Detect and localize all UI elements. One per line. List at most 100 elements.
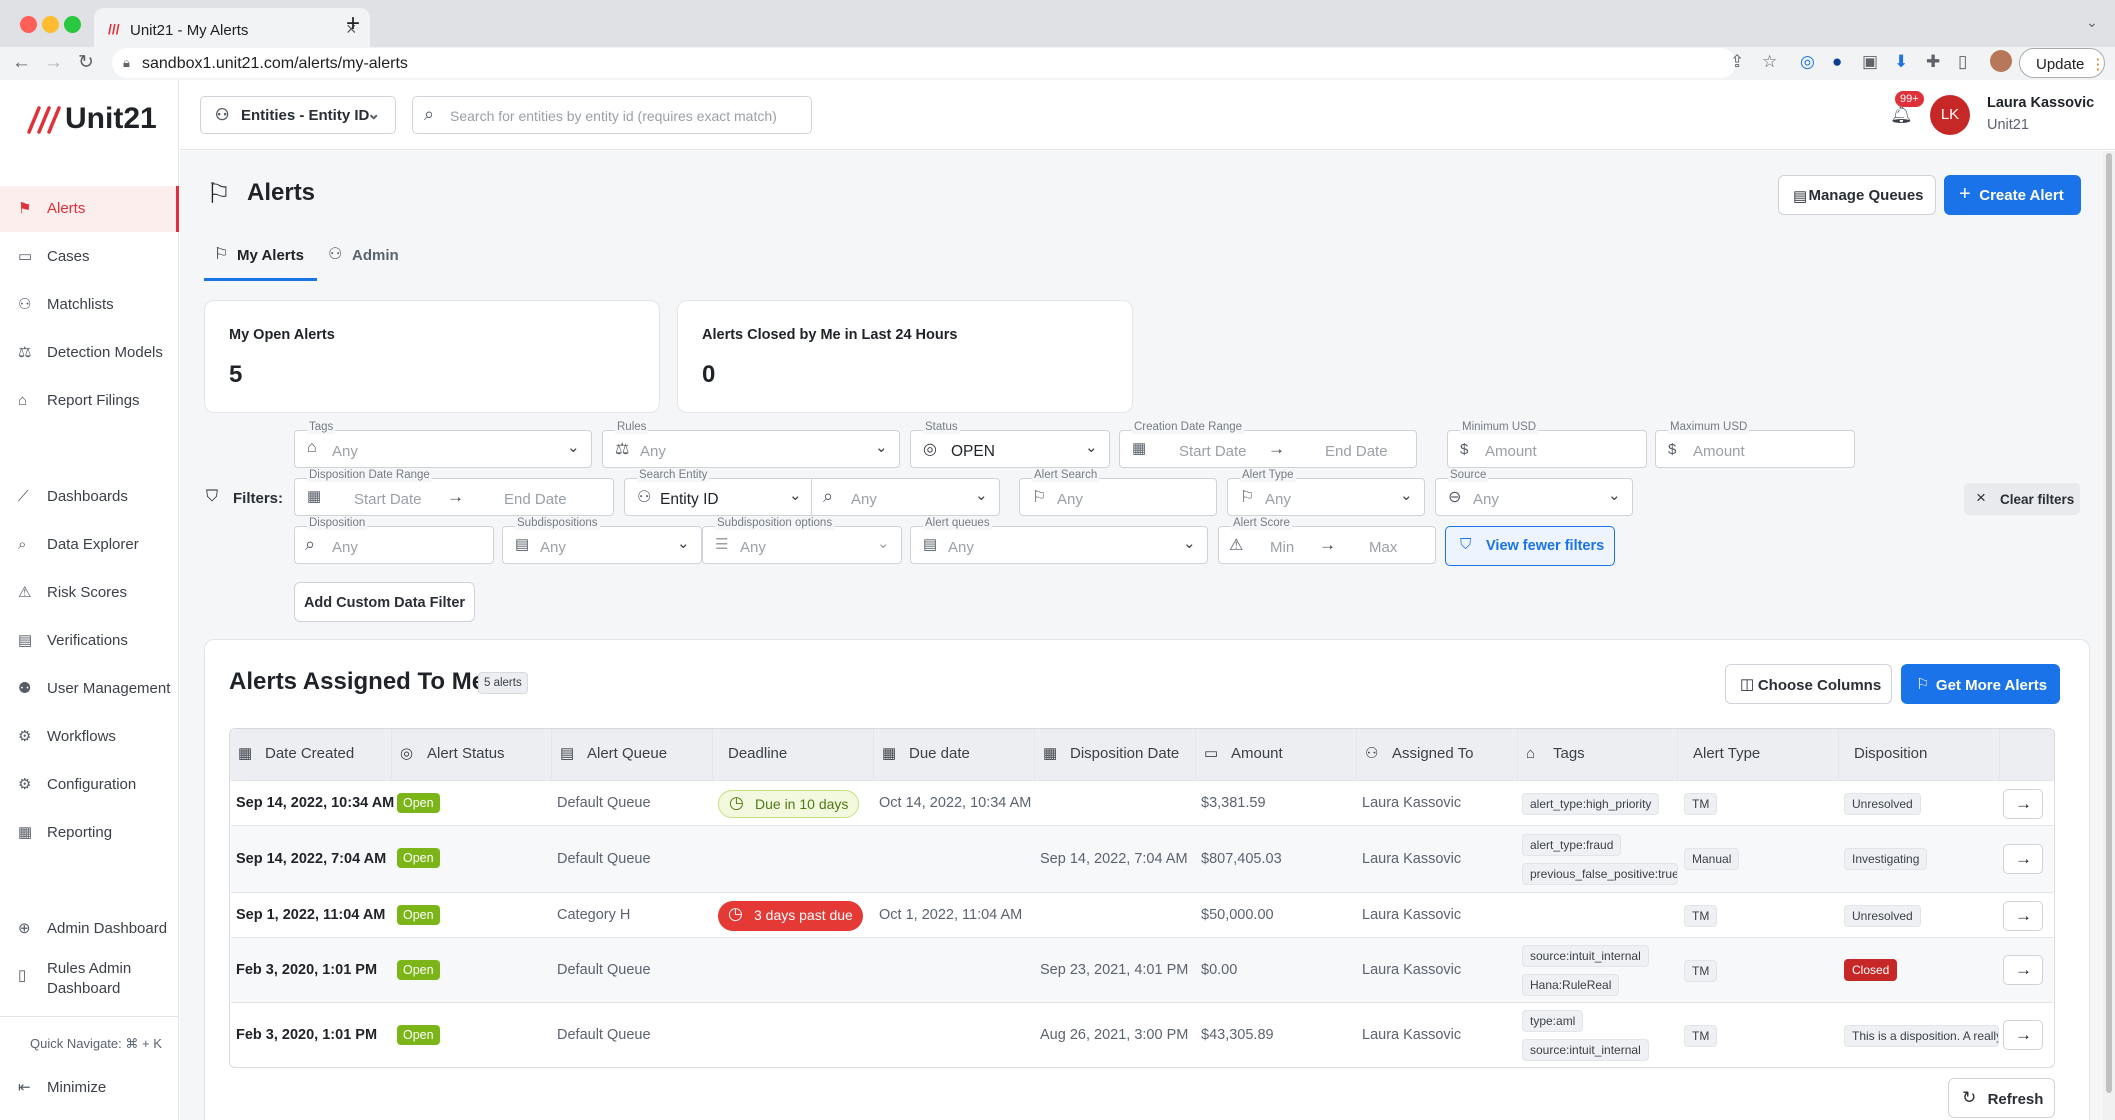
column-header-deadline[interactable]: Deadline xyxy=(713,729,874,779)
address-bar[interactable]: 🔒︎ sandbox1.unit21.com/alerts/my-alerts xyxy=(112,48,1736,78)
unit21-logo[interactable]: Unit21 xyxy=(25,100,185,140)
bookmark-star-icon[interactable]: ☆ xyxy=(1762,52,1777,72)
sidebar-item-matchlists[interactable]: ⚇ Matchlists xyxy=(0,282,179,328)
update-button[interactable]: Update ⋮ xyxy=(2019,48,2105,78)
get-more-alerts-button[interactable]: ⚐ Get More Alerts xyxy=(1901,664,2060,704)
page-scrollbar[interactable] xyxy=(2103,151,2115,1120)
end-date-input[interactable]: End Date xyxy=(504,491,567,508)
manage-queues-button[interactable]: ▤ Manage Queues xyxy=(1778,175,1936,215)
close-window-button[interactable] xyxy=(20,16,37,33)
tab-admin[interactable]: ⚇ Admin xyxy=(328,231,408,281)
sidebar-item-report-filings[interactable]: ⌂ Report Filings xyxy=(0,378,179,424)
maximize-window-button[interactable] xyxy=(64,16,81,33)
column-header-alert-status[interactable]: ◎ Alert Status xyxy=(392,729,552,779)
column-header-due-date[interactable]: ▦ Due date xyxy=(874,729,1035,779)
disposition-date-range-filter[interactable]: Disposition Date Range ▦ Start Date → En… xyxy=(294,469,614,516)
tab-search-icon[interactable]: ⌄ xyxy=(2086,14,2098,31)
alert-type-filter[interactable]: Alert Type ⚐ Any ⌄ xyxy=(1227,469,1425,516)
start-date-input[interactable]: Start Date xyxy=(354,491,422,508)
profile-avatar-icon[interactable] xyxy=(1990,50,2012,72)
open-alert-button[interactable]: → xyxy=(2003,955,2043,985)
subdisposition-options-filter[interactable]: Subdisposition options ☰ Any ⌄ xyxy=(702,517,902,564)
source-filter[interactable]: Source ⊖ Any ⌄ xyxy=(1435,469,1633,516)
entity-search-value[interactable]: Any xyxy=(851,491,877,508)
sidebar-item-dashboards[interactable]: ⟋ Dashboards xyxy=(0,474,179,520)
table-row[interactable]: Sep 1, 2022, 11:04 AM Open Category H ◷ 3… xyxy=(231,892,2053,937)
column-header-date-created[interactable]: ▦ Date Created xyxy=(230,729,392,779)
reload-icon[interactable]: ↻ xyxy=(78,51,94,74)
entity-field-select[interactable]: Entity ID xyxy=(660,491,719,509)
rules-filter[interactable]: Rules ⚖ Any ⌄ xyxy=(602,421,900,468)
table-row[interactable]: Sep 14, 2022, 10:34 AM Open Default Queu… xyxy=(231,780,2053,825)
tab-my-alerts[interactable]: ⚐ My Alerts xyxy=(204,231,317,281)
sidebar-item-alerts[interactable]: ⚑ Alerts xyxy=(0,186,179,232)
column-header-amount[interactable]: ▭ Amount xyxy=(1196,729,1357,779)
sidebar-item-workflows[interactable]: ⚙ Workflows xyxy=(0,714,179,760)
create-alert-button[interactable]: + Create Alert xyxy=(1944,175,2081,215)
column-header-disposition[interactable]: Disposition xyxy=(1839,729,2000,779)
tags-filter[interactable]: Tags ⌂ Any ⌄ xyxy=(294,421,592,468)
new-tab-icon[interactable]: + xyxy=(346,10,360,38)
table-row[interactable]: Feb 3, 2020, 1:01 PM Open Default Queue … xyxy=(231,937,2053,1002)
sidepanel-icon[interactable]: ▯ xyxy=(1958,52,1967,72)
column-header-tags[interactable]: ⌂ Tags xyxy=(1518,729,1678,779)
sidebar-item-cases[interactable]: ▭ Cases xyxy=(0,234,179,280)
extension-download-icon[interactable]: ⬇ xyxy=(1894,52,1908,72)
status-filter[interactable]: Status ◎ OPEN ⌄ xyxy=(910,421,1110,468)
choose-columns-button[interactable]: ◫ Choose Columns xyxy=(1725,664,1892,704)
open-alert-button[interactable]: → xyxy=(2003,901,2043,931)
minimize-sidebar-button[interactable]: ⇤ Minimize xyxy=(0,1065,179,1111)
browser-tab[interactable]: /// Unit21 - My Alerts × xyxy=(94,8,370,47)
subdispositions-filter[interactable]: Subdispositions ▤ Any ⌄ xyxy=(502,517,702,564)
end-date-input[interactable]: End Date xyxy=(1325,443,1388,460)
start-date-input[interactable]: Start Date xyxy=(1179,443,1247,460)
search-icon: ⌕ xyxy=(823,486,834,506)
sidebar-item-configuration[interactable]: ⚙ Configuration xyxy=(0,762,179,808)
sidebar-item-verifications[interactable]: ▤ Verifications xyxy=(0,618,179,664)
extensions-puzzle-icon[interactable]: ✚ xyxy=(1926,52,1940,72)
open-alert-button[interactable]: → xyxy=(2003,1020,2043,1050)
sidebar-item-risk-scores[interactable]: ⚠ Risk Scores xyxy=(0,570,179,616)
entity-type-selector[interactable]: ⚇ Entities - Entity ID ⌄ xyxy=(200,96,396,134)
column-header-assigned-to[interactable]: ⚇ Assigned To xyxy=(1357,729,1518,779)
minimize-window-button[interactable] xyxy=(42,16,59,33)
sidebar-item-reporting[interactable]: ▦ Reporting xyxy=(0,810,179,856)
maximum-usd-filter[interactable]: Maximum USD $ Amount xyxy=(1655,421,1855,468)
score-min-input[interactable]: Min xyxy=(1270,539,1294,556)
minimum-usd-filter[interactable]: Minimum USD $ Amount xyxy=(1447,421,1647,468)
avatar[interactable]: LK xyxy=(1930,95,1970,135)
sidebar-item-rules-admin-dashboard[interactable]: ▯ Rules Admin Dashboard xyxy=(0,954,179,1004)
column-header-alert-queue[interactable]: ▤ Alert Queue xyxy=(552,729,713,779)
alert-score-filter[interactable]: Alert Score ⚠ Min → Max xyxy=(1218,517,1436,564)
sidebar-item-user-management[interactable]: ⚉ User Management xyxy=(0,666,179,712)
score-max-input[interactable]: Max xyxy=(1369,539,1397,556)
column-header-alert-type[interactable]: Alert Type xyxy=(1678,729,1839,779)
extension-2-icon[interactable]: ● xyxy=(1832,52,1842,72)
entity-search-input[interactable]: ⌕ Search for entities by entity id (requ… xyxy=(412,96,812,134)
notifications-button[interactable]: 🔔︎ 99+ xyxy=(1888,91,1924,128)
alert-search-filter[interactable]: Alert Search ⚐ Any xyxy=(1019,469,1217,516)
disposition-filter[interactable]: Disposition ⌕ Any xyxy=(294,517,494,564)
refresh-button[interactable]: ↻ Refresh xyxy=(1948,1078,2055,1118)
creation-date-range-filter[interactable]: Creation Date Range ▦ Start Date → End D… xyxy=(1119,421,1417,468)
sidebar-item-detection-models[interactable]: ⚖ Detection Models xyxy=(0,330,179,376)
extension-1-icon[interactable]: ◎ xyxy=(1800,52,1815,72)
forward-icon[interactable]: → xyxy=(44,52,63,74)
view-fewer-filters-button[interactable]: ⛉ View fewer filters xyxy=(1445,526,1615,566)
open-alert-button[interactable]: → xyxy=(2003,789,2043,819)
sidebar-item-admin-dashboard[interactable]: ⊕ Admin Dashboard xyxy=(0,906,179,952)
clipboard-icon: ▤ xyxy=(1793,188,1808,205)
table-row[interactable]: Feb 3, 2020, 1:01 PM Open Default Queue … xyxy=(231,1002,2053,1067)
add-custom-data-filter-button[interactable]: Add Custom Data Filter xyxy=(294,582,475,622)
alert-queues-filter[interactable]: Alert queues ▤ Any ⌄ xyxy=(910,517,1208,564)
open-alert-button[interactable]: → xyxy=(2003,844,2043,874)
column-header-disposition-date[interactable]: ▦ Disposition Date xyxy=(1035,729,1196,779)
extension-3-icon[interactable]: ▣ xyxy=(1862,52,1878,72)
share-icon[interactable]: ⇪ xyxy=(1730,52,1744,72)
clear-filters-button[interactable]: × Clear filters xyxy=(1964,483,2080,515)
table-row[interactable]: Sep 14, 2022, 7:04 AM Open Default Queue… xyxy=(231,825,2053,892)
back-icon[interactable]: ← xyxy=(12,52,31,74)
sidebar-item-data-explorer[interactable]: ⌕ Data Explorer xyxy=(0,522,179,568)
search-entity-filter[interactable]: Search Entity ⚇ Entity ID ⌄ ⌕ Any ⌄ xyxy=(624,469,1000,516)
scrollbar-thumb[interactable] xyxy=(2106,153,2112,1093)
